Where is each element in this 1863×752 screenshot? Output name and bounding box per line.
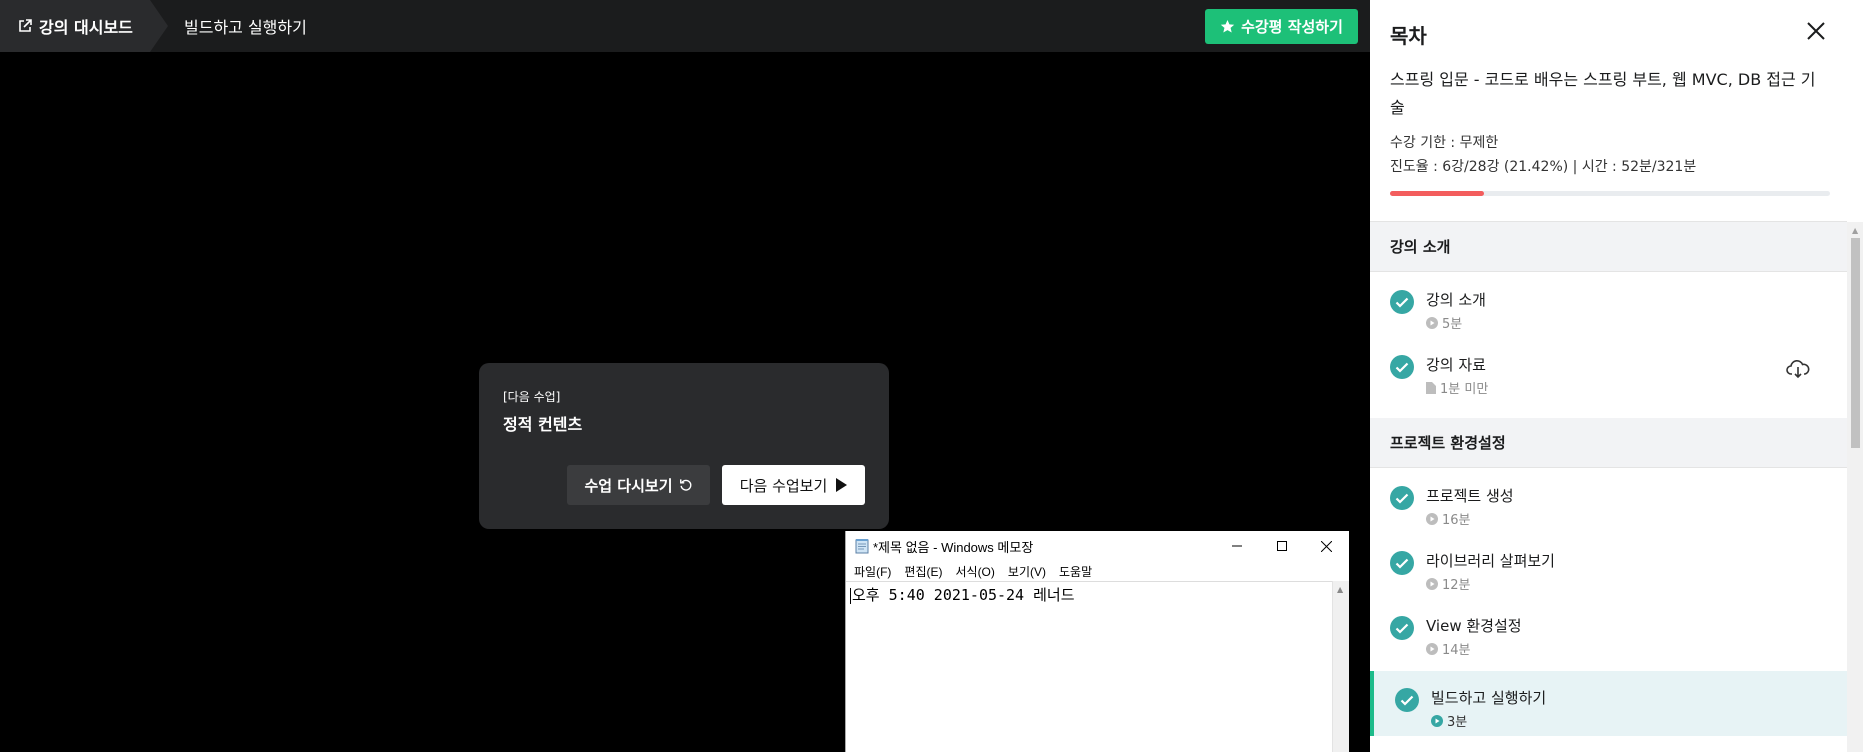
sidebar-title: 목차	[1390, 24, 1427, 48]
curriculum-sidebar: 강의 소개 강의 소개 5분 강의 자료 1분 미만 프로젝트 환경설정 프로젝…	[1370, 0, 1863, 752]
progress-bar	[1390, 191, 1830, 196]
notepad-scrollbar[interactable]: ▲	[1332, 581, 1349, 752]
unit-duration: 14분	[1426, 639, 1471, 658]
notepad-menubar: 파일(F) 편집(E) 서식(O) 보기(V) 도움말	[846, 561, 1349, 581]
notepad-text-area[interactable]: 오후 5:40 2021-05-24 레너드	[846, 581, 1333, 752]
play-circle-icon	[1426, 316, 1438, 329]
dashboard-button[interactable]: 강의 대시보드	[0, 0, 168, 52]
next-lesson-title: 정적 컨텐츠	[503, 415, 583, 434]
unit-title: 강의 자료	[1426, 356, 1486, 374]
unit-item-active[interactable]: 빌드하고 실행하기 3분	[1370, 671, 1847, 736]
menu-help[interactable]: 도움말	[1059, 563, 1092, 580]
menu-edit[interactable]: 편집(E)	[904, 563, 942, 580]
course-progress-text: 진도율 : 6강/28강 (21.42%) | 시간 : 52분/321분	[1390, 159, 1697, 175]
notepad-title: *제목 없음 - Windows 메모장	[873, 539, 1034, 555]
lesson-title: 빌드하고 실행하기	[184, 18, 307, 37]
unit-title: 라이브러리 살펴보기	[1426, 552, 1555, 570]
close-icon[interactable]	[1807, 22, 1825, 40]
star-icon	[1220, 19, 1235, 33]
maximize-icon	[1276, 541, 1287, 551]
sidebar-header: 목차 스프링 입문 - 코드로 배우는 스프링 부트, 웹 MVC, DB 접근…	[1370, 0, 1847, 222]
file-icon	[1426, 381, 1436, 394]
next-lesson-popup: [다음 수업] 정적 컨텐츠 수업 다시보기 다음 수업보기	[479, 363, 889, 529]
replay-lesson-button[interactable]: 수업 다시보기	[567, 465, 710, 505]
unit-item[interactable]: 프로젝트 생성 16분	[1370, 469, 1847, 534]
unit-duration: 5분	[1426, 313, 1462, 332]
unit-duration-text: 16분	[1442, 513, 1471, 528]
unit-duration: 1분 미만	[1426, 378, 1488, 397]
unit-duration: 3분	[1431, 711, 1467, 730]
play-circle-icon	[1426, 577, 1438, 590]
check-circle-icon	[1390, 355, 1414, 379]
unit-title: 빌드하고 실행하기	[1431, 689, 1547, 707]
dashboard-label: 강의 대시보드	[39, 18, 133, 37]
replay-label: 수업 다시보기	[584, 476, 673, 495]
course-limit: 수강 기한 : 무제한	[1390, 135, 1499, 151]
write-review-button[interactable]: 수강평 작성하기	[1205, 9, 1358, 44]
sidebar-scrollbar[interactable]: ▲	[1847, 222, 1863, 752]
course-name: 스프링 입문 - 코드로 배우는 스프링 부트, 웹 MVC, DB 접근 기술	[1390, 70, 1816, 117]
maximize-button[interactable]	[1259, 531, 1304, 561]
check-circle-icon	[1390, 486, 1414, 510]
unit-duration: 12분	[1426, 574, 1471, 593]
scroll-up-arrow-icon[interactable]: ▲	[1337, 585, 1343, 594]
close-window-button[interactable]	[1304, 531, 1349, 561]
minimize-button[interactable]	[1214, 531, 1259, 561]
close-icon	[1321, 540, 1332, 552]
unit-title: View 환경설정	[1426, 617, 1522, 635]
unit-duration-text: 14분	[1442, 643, 1471, 658]
section-title: 프로젝트 환경설정	[1390, 434, 1506, 452]
play-circle-icon	[1431, 714, 1443, 727]
scrollbar-gutter-top	[1847, 0, 1863, 222]
window-controls	[1214, 531, 1349, 561]
cloud-download-icon[interactable]	[1786, 359, 1810, 379]
app: 강의 대시보드 빌드하고 실행하기 수강평 작성하기 [다음 수업] 정적 컨텐…	[0, 0, 1863, 752]
section-title: 강의 소개	[1390, 238, 1451, 256]
check-circle-icon	[1395, 688, 1419, 712]
unit-item[interactable]: 강의 소개 5분	[1370, 273, 1847, 338]
unit-title: 프로젝트 생성	[1426, 487, 1514, 505]
menu-view[interactable]: 보기(V)	[1008, 563, 1046, 580]
unit-item[interactable]: 강의 자료 1분 미만	[1370, 338, 1847, 403]
notepad-icon	[855, 539, 869, 554]
next-lesson-button[interactable]: 다음 수업보기	[722, 465, 865, 505]
menu-format[interactable]: 서식(O)	[955, 563, 994, 580]
unit-item[interactable]: View 환경설정 14분	[1370, 599, 1847, 664]
write-review-label: 수강평 작성하기	[1241, 18, 1343, 36]
notepad-titlebar[interactable]: *제목 없음 - Windows 메모장	[846, 531, 1349, 561]
notepad-content: 오후 5:40 2021-05-24 레너드	[852, 586, 1075, 604]
next-lesson-button-label: 다음 수업보기	[739, 476, 828, 495]
external-link-icon	[19, 19, 32, 32]
check-circle-icon	[1390, 551, 1414, 575]
play-circle-icon	[1426, 642, 1438, 655]
play-circle-icon	[1426, 512, 1438, 525]
unit-duration-text: 1분 미만	[1440, 382, 1489, 397]
text-caret	[850, 587, 851, 604]
scroll-up-arrow-icon[interactable]: ▲	[1852, 226, 1858, 235]
menu-file[interactable]: 파일(F)	[854, 563, 891, 580]
unit-duration-text: 5분	[1442, 317, 1463, 332]
section-header[interactable]: 프로젝트 환경설정	[1370, 418, 1847, 468]
unit-duration-text: 12분	[1442, 578, 1471, 593]
minimize-icon	[1231, 545, 1242, 547]
play-icon	[836, 478, 848, 492]
replay-icon	[679, 479, 691, 491]
unit-duration: 16분	[1426, 509, 1471, 528]
notepad-window[interactable]: *제목 없음 - Windows 메모장 파일(F) 편집(E) 서식(O) 보…	[845, 531, 1349, 752]
next-lesson-label: [다음 수업]	[503, 390, 561, 404]
top-bar: 강의 대시보드 빌드하고 실행하기 수강평 작성하기	[0, 0, 1370, 52]
check-circle-icon	[1390, 290, 1414, 314]
check-circle-icon	[1390, 616, 1414, 640]
unit-title: 강의 소개	[1426, 291, 1486, 309]
section-header[interactable]: 강의 소개	[1370, 222, 1847, 272]
progress-bar-fill	[1390, 191, 1485, 196]
unit-duration-text: 3분	[1447, 715, 1468, 730]
scrollbar-thumb[interactable]	[1851, 238, 1860, 448]
unit-item[interactable]: 라이브러리 살펴보기 12분	[1370, 534, 1847, 599]
